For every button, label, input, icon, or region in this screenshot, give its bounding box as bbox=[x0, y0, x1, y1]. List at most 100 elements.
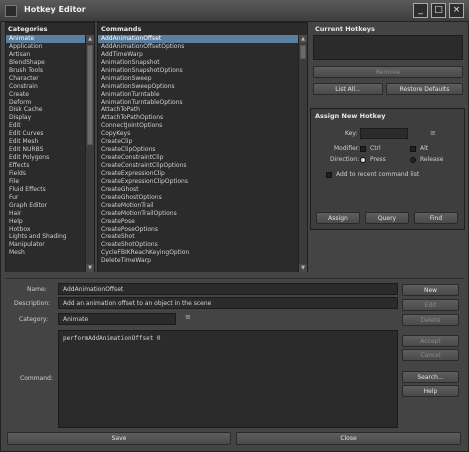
ctrl-checkbox[interactable] bbox=[360, 146, 366, 152]
command-item[interactable]: AnimationTurntableOptions bbox=[98, 99, 298, 107]
command-item[interactable]: AddAnimationOffset bbox=[98, 35, 298, 43]
category-item[interactable]: Edit Curves bbox=[6, 130, 85, 138]
category-item[interactable]: Create bbox=[6, 91, 85, 99]
command-item[interactable]: CreateGhost bbox=[98, 186, 298, 194]
query-button[interactable]: Query bbox=[365, 212, 409, 224]
press-radio[interactable] bbox=[360, 157, 366, 163]
category-item[interactable]: Help bbox=[6, 218, 85, 226]
recent-command-label: Add to recent command list bbox=[336, 171, 420, 178]
description-field[interactable]: Add an animation offset to an object in … bbox=[58, 297, 398, 309]
search-button[interactable]: Search... bbox=[402, 371, 459, 383]
assign-hotkey-header: Assign New Hotkey bbox=[315, 112, 386, 120]
command-item[interactable]: CreateGhostOptions bbox=[98, 194, 298, 202]
command-item[interactable]: CreateExpressionClip bbox=[98, 170, 298, 178]
save-button[interactable]: Save bbox=[7, 432, 231, 445]
category-item[interactable]: Fur bbox=[6, 194, 85, 202]
scroll-up-icon[interactable]: ▲ bbox=[86, 35, 94, 43]
category-item[interactable]: Graph Editor bbox=[6, 202, 85, 210]
category-item[interactable]: Application bbox=[6, 43, 85, 51]
category-item[interactable]: Edit NURBS bbox=[6, 146, 85, 154]
category-item[interactable]: Deform bbox=[6, 99, 85, 107]
category-item[interactable]: Effects bbox=[6, 162, 85, 170]
command-item[interactable]: CreateExpressionClipOptions bbox=[98, 178, 298, 186]
key-field[interactable] bbox=[360, 128, 408, 139]
list-all-button[interactable]: List All... bbox=[313, 83, 383, 95]
alt-checkbox[interactable] bbox=[410, 146, 416, 152]
assign-button[interactable]: Assign bbox=[316, 212, 360, 224]
category-options-icon[interactable]: ≡ bbox=[185, 313, 191, 321]
command-item[interactable]: CreatePoseOptions bbox=[98, 226, 298, 234]
command-item[interactable]: CreateShotOptions bbox=[98, 241, 298, 249]
find-button[interactable]: Find bbox=[414, 212, 458, 224]
maximize-button[interactable]: □ bbox=[431, 3, 446, 18]
category-select[interactable]: Animate bbox=[58, 313, 176, 325]
category-item[interactable]: Animate bbox=[6, 35, 85, 43]
command-item[interactable]: AttachToPathOptions bbox=[98, 114, 298, 122]
command-item[interactable]: AddTimeWarp bbox=[98, 51, 298, 59]
category-item[interactable]: BlendShape bbox=[6, 59, 85, 67]
delete-button[interactable]: Delete bbox=[402, 314, 459, 326]
command-item[interactable]: CreateClip bbox=[98, 138, 298, 146]
category-item[interactable]: Disk Cache bbox=[6, 106, 85, 114]
restore-defaults-button[interactable]: Restore Defaults bbox=[386, 83, 463, 95]
command-textarea[interactable]: performAddAnimationOffset 0 bbox=[58, 330, 398, 428]
scroll-up-icon[interactable]: ▲ bbox=[299, 35, 307, 43]
categories-scrollbar[interactable]: ▲ ▼ bbox=[85, 35, 94, 272]
scroll-thumb[interactable] bbox=[300, 45, 306, 59]
release-radio[interactable] bbox=[410, 157, 416, 163]
command-item[interactable]: AttachToPath bbox=[98, 106, 298, 114]
categories-list[interactable]: Animate Application Artisan BlendShape Brush… bbox=[6, 35, 85, 272]
edit-button[interactable]: Edit bbox=[402, 299, 459, 311]
category-item[interactable]: Edit bbox=[6, 122, 85, 130]
command-item[interactable]: CreateConstraintClip bbox=[98, 154, 298, 162]
help-button[interactable]: Help bbox=[402, 385, 459, 397]
category-item[interactable]: Mesh bbox=[6, 249, 85, 257]
command-item[interactable]: CreateMotionTrail bbox=[98, 202, 298, 210]
category-item[interactable]: Fields bbox=[6, 170, 85, 178]
category-item[interactable]: Hotbox bbox=[6, 226, 85, 234]
commands-list[interactable]: AddAnimationOffset AddAnimationOffsetOpti… bbox=[98, 35, 298, 272]
command-item[interactable]: AddAnimationOffsetOptions bbox=[98, 43, 298, 51]
category-item[interactable]: Manipulator bbox=[6, 241, 85, 249]
category-item[interactable]: Lights and Shading bbox=[6, 233, 85, 241]
category-item[interactable]: Edit Polygons bbox=[6, 154, 85, 162]
category-item[interactable]: Character bbox=[6, 75, 85, 83]
category-item[interactable]: Brush Tools bbox=[6, 67, 85, 75]
minimize-button[interactable]: _ bbox=[413, 3, 428, 18]
category-item[interactable]: Fluid Effects bbox=[6, 186, 85, 194]
name-field[interactable]: AddAnimationOffset bbox=[58, 283, 398, 295]
command-item[interactable]: CreateClipOptions bbox=[98, 146, 298, 154]
command-item[interactable]: CreateMotionTrailOptions bbox=[98, 210, 298, 218]
category-item[interactable]: Artisan bbox=[6, 51, 85, 59]
command-item[interactable]: CreatePose bbox=[98, 218, 298, 226]
list-options-icon[interactable]: ≡ bbox=[430, 129, 436, 137]
recent-command-checkbox[interactable] bbox=[326, 172, 332, 178]
command-item[interactable]: CycleFBIKReachKeyingOption bbox=[98, 249, 298, 257]
command-item[interactable]: CreateShot bbox=[98, 233, 298, 241]
command-item[interactable]: ConnectJointOptions bbox=[98, 122, 298, 130]
command-item[interactable]: AnimationSweep bbox=[98, 75, 298, 83]
current-hotkeys-list[interactable] bbox=[313, 35, 463, 60]
remove-button[interactable]: Remove bbox=[313, 66, 463, 78]
scroll-thumb[interactable] bbox=[87, 45, 93, 145]
close-window-button[interactable]: × bbox=[449, 3, 464, 18]
command-item[interactable]: CreateConstraintClipOptions bbox=[98, 162, 298, 170]
commands-scrollbar[interactable]: ▲ ▼ bbox=[298, 35, 307, 272]
category-item[interactable]: Display bbox=[6, 114, 85, 122]
scroll-down-icon[interactable]: ▼ bbox=[86, 264, 94, 272]
category-item[interactable]: Hair bbox=[6, 210, 85, 218]
scroll-down-icon[interactable]: ▼ bbox=[299, 264, 307, 272]
command-item[interactable]: AnimationTurntable bbox=[98, 91, 298, 99]
close-button[interactable]: Close bbox=[236, 432, 461, 445]
category-item[interactable]: Constrain bbox=[6, 83, 85, 91]
command-item[interactable]: AnimationSnapshotOptions bbox=[98, 67, 298, 75]
accept-button[interactable]: Accept bbox=[402, 335, 459, 347]
category-item[interactable]: File bbox=[6, 178, 85, 186]
command-item[interactable]: AnimationSweepOptions bbox=[98, 83, 298, 91]
cancel-button[interactable]: Cancel bbox=[402, 349, 459, 361]
command-item[interactable]: DeleteTimeWarp bbox=[98, 257, 298, 265]
new-button[interactable]: New bbox=[402, 284, 459, 296]
command-item[interactable]: CopyKeys bbox=[98, 130, 298, 138]
command-item[interactable]: AnimationSnapshot bbox=[98, 59, 298, 67]
category-item[interactable]: Edit Mesh bbox=[6, 138, 85, 146]
